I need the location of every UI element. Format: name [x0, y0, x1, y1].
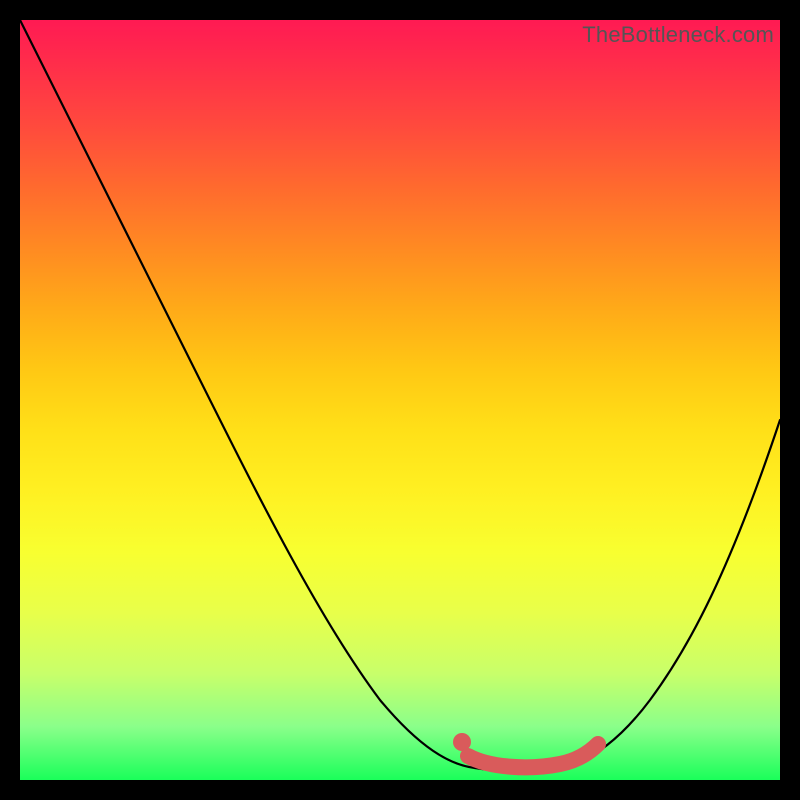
chart-frame: TheBottleneck.com [20, 20, 780, 780]
curve-right-limb [560, 420, 780, 768]
curve-left-limb [20, 20, 475, 768]
chart-overlay [20, 20, 780, 780]
optimal-range-marker [468, 744, 598, 767]
